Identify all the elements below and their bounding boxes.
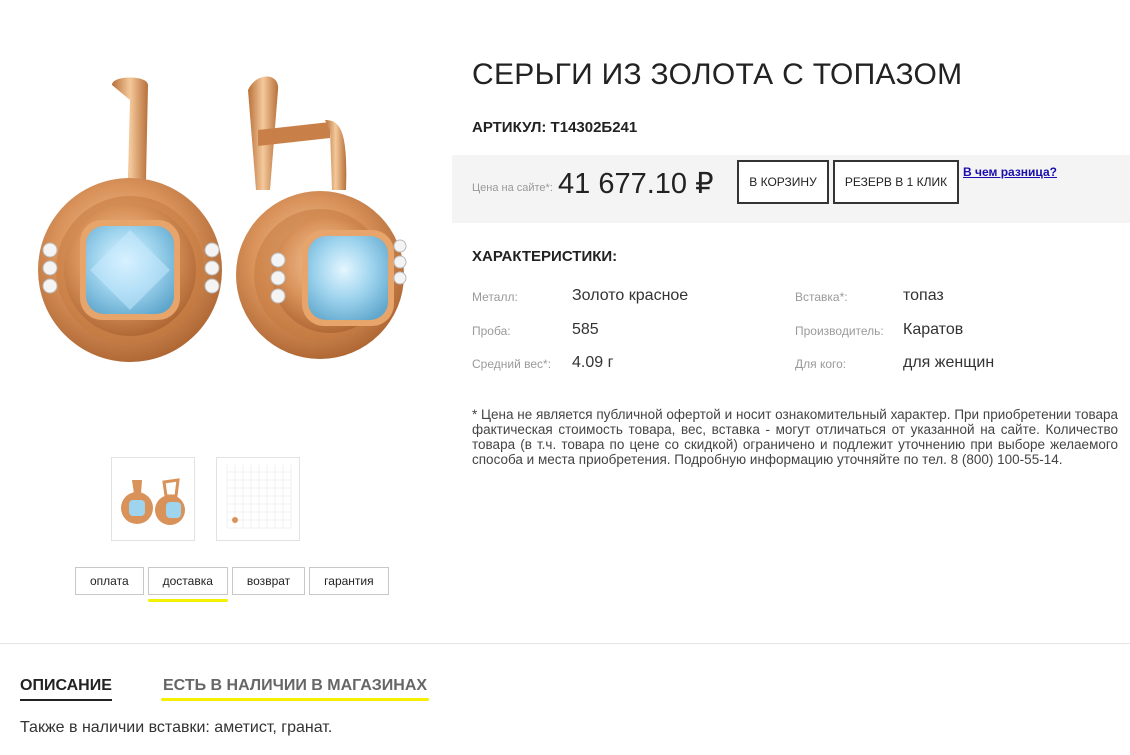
earrings-main-image[interactable] xyxy=(30,70,420,380)
right-earring xyxy=(236,76,407,359)
char-label-insert: Вставка*: xyxy=(795,290,848,304)
price-panel: Цена на сайте*: 41 677.10 ₽ В КОРЗИНУ РЕ… xyxy=(452,155,1130,223)
section-divider xyxy=(0,643,1130,644)
char-value-insert: топаз xyxy=(903,287,944,304)
size-grid-thumbnail-image xyxy=(226,464,292,529)
add-to-cart-button[interactable]: В КОРЗИНУ xyxy=(737,160,829,204)
price-label: Цена на сайте*: xyxy=(472,182,553,194)
info-tab-warranty[interactable]: гарантия xyxy=(309,567,389,595)
char-value-for-whom: для женщин xyxy=(903,354,995,371)
info-tab-delivery[interactable]: доставка xyxy=(147,567,229,602)
char-value-manufacturer: Каратов xyxy=(903,321,964,338)
reserve-one-click-button[interactable]: РЕЗЕРВ В 1 КЛИК xyxy=(833,160,959,204)
char-value-weight: 4.09 г xyxy=(572,354,614,371)
info-tabs: оплата доставка возврат гарантия xyxy=(75,567,389,602)
char-label-weight: Средний вес*: xyxy=(472,357,552,371)
char-label-probe: Проба: xyxy=(472,324,511,338)
price-disclaimer: * Цена не является публичной офертой и н… xyxy=(472,407,1118,467)
info-tab-payment[interactable]: оплата xyxy=(75,567,144,595)
char-label-for-whom: Для кого: xyxy=(795,357,847,371)
thumbnail-earrings[interactable] xyxy=(111,457,195,541)
product-article: АРТИКУЛ: Т14302Б241 xyxy=(472,119,638,136)
product-title: СЕРЬГИ ИЗ ЗОЛОТА С ТОПАЗОМ xyxy=(472,58,963,91)
char-label-metal: Металл: xyxy=(472,290,518,304)
char-value-metal: Золото красное xyxy=(572,287,689,304)
thumbnail-size-grid[interactable] xyxy=(216,457,300,541)
difference-link[interactable]: В чем разница? xyxy=(963,165,1057,179)
tab-description[interactable]: ОПИСАНИЕ xyxy=(20,677,112,701)
description-text: Также в наличии вставки: аметист, гранат… xyxy=(20,719,333,736)
tab-store-availability[interactable]: ЕСТЬ В НАЛИЧИИ В МАГАЗИНАХ xyxy=(160,677,430,701)
char-value-probe: 585 xyxy=(572,321,599,338)
price-value: 41 677.10 ₽ xyxy=(558,168,714,200)
earrings-thumbnail-image xyxy=(121,478,185,525)
char-label-manufacturer: Производитель: xyxy=(795,324,884,338)
info-tab-return[interactable]: возврат xyxy=(231,567,306,595)
product-gallery: оплата доставка возврат гарантия xyxy=(0,0,455,640)
characteristics-heading: ХАРАКТЕРИСТИКИ: xyxy=(472,248,618,265)
left-earring xyxy=(38,77,222,362)
